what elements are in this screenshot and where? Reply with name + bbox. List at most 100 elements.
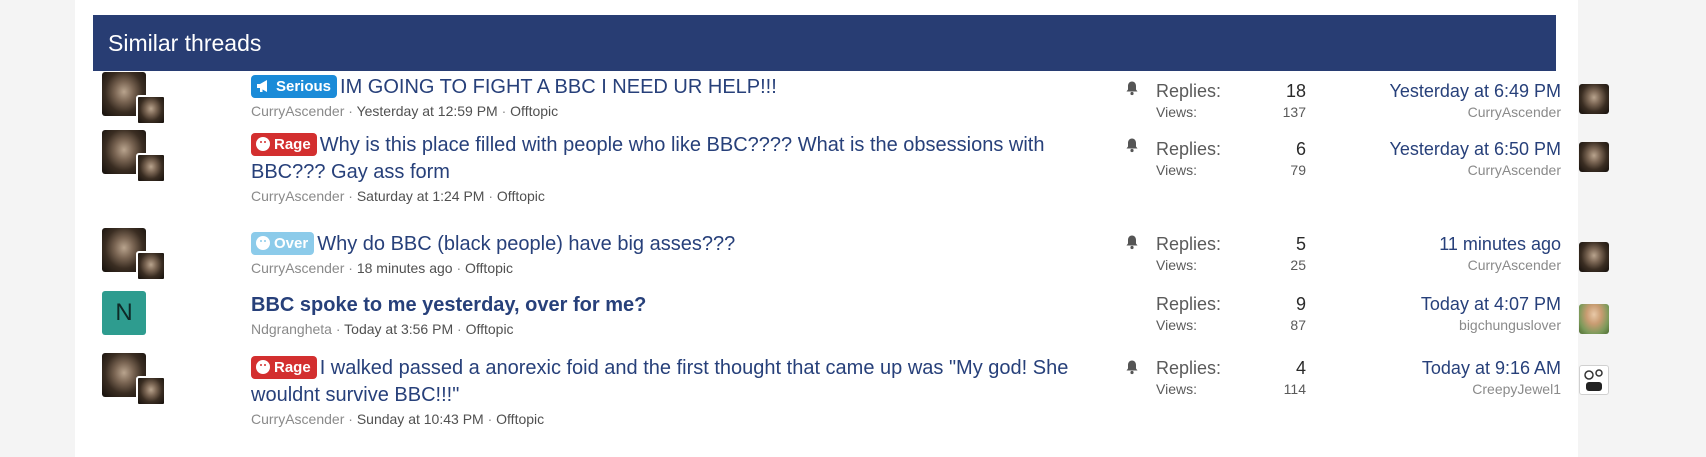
thread-main: Serious IM GOING TO FIGHT A BBC I NEED U…: [251, 74, 1101, 121]
author-avatar-letter[interactable]: N: [102, 291, 146, 335]
latest-post: Yesterday at 6:50 PM CurryAscender: [1316, 138, 1561, 180]
thread-forum-link[interactable]: Offtopic: [497, 188, 545, 204]
last-poster-mini-avatar[interactable]: [136, 251, 166, 281]
thread-stats: Replies: 4 Views: 114: [1156, 357, 1306, 399]
thread-start-date[interactable]: Saturday at 1:24 PM: [357, 188, 485, 204]
replies-count: 4: [1295, 358, 1306, 378]
latest-poster-avatar[interactable]: [1579, 304, 1609, 334]
meta-separator: ·: [335, 321, 341, 337]
thread-start-date[interactable]: Sunday at 10:43 PM: [357, 411, 484, 427]
thread-row: Over Why do BBC (black people) have big …: [93, 228, 1609, 284]
meta-separator: ·: [348, 103, 353, 119]
thread-row: N BBC spoke to me yesterday, over for me…: [93, 291, 1609, 341]
meta-separator: ·: [348, 411, 353, 427]
latest-post: Today at 9:16 AM CreepyJewel1: [1316, 357, 1561, 399]
replies-count: 9: [1295, 294, 1306, 314]
latest-post: 11 minutes ago CurryAscender: [1316, 233, 1561, 275]
sad-face-icon: [256, 236, 270, 250]
thread-stats: Replies: 6 Views: 79: [1156, 138, 1306, 180]
meta-separator: ·: [348, 188, 353, 204]
thread-author-link[interactable]: CurryAscender: [251, 103, 344, 119]
latest-post-user[interactable]: CurryAscender: [1316, 255, 1561, 275]
megaphone-icon: [257, 80, 267, 92]
thread-stats: Replies: 9 Views: 87: [1156, 293, 1306, 335]
thread-title-link[interactable]: I walked passed a anorexic foid and the …: [251, 357, 1068, 406]
thread-title-link[interactable]: IM GOING TO FIGHT A BBC I NEED UR HELP!!…: [340, 76, 777, 98]
latest-post-time[interactable]: Today at 4:07 PM: [1316, 293, 1561, 315]
thread-main: Rage I walked passed a anorexic foid and…: [251, 355, 1101, 429]
meta-separator: ·: [487, 411, 493, 427]
last-poster-mini-avatar[interactable]: [136, 153, 166, 183]
thread-row: Rage Why is this place filled with peopl…: [93, 130, 1609, 216]
thread-author-link[interactable]: CurryAscender: [251, 188, 344, 204]
views-count: 79: [1290, 162, 1306, 178]
latest-poster-avatar[interactable]: [1579, 142, 1609, 172]
latest-post-user[interactable]: CurryAscender: [1316, 160, 1561, 180]
thread-start-date[interactable]: Today at 3:56 PM: [344, 321, 453, 337]
thread-main: Rage Why is this place filled with peopl…: [251, 132, 1101, 206]
similar-threads-page: Similar threads Serious IM GOING TO FIGH…: [75, 0, 1609, 457]
thread-forum-link[interactable]: Offtopic: [510, 103, 558, 119]
replies-label: Replies:: [1156, 358, 1222, 378]
views-count: 114: [1283, 381, 1306, 397]
thread-author-link[interactable]: Ndgrangheta: [251, 321, 332, 337]
thread-author-link[interactable]: CurryAscender: [251, 411, 344, 427]
thread-main: Over Why do BBC (black people) have big …: [251, 231, 1101, 278]
thread-title-link[interactable]: Why is this place filled with people who…: [251, 134, 1044, 183]
views-label: Views:: [1156, 317, 1197, 333]
replies-label: Replies:: [1156, 294, 1222, 314]
thread-start-date[interactable]: 18 minutes ago: [357, 260, 453, 276]
thread-title-link[interactable]: BBC spoke to me yesterday, over for me?: [251, 294, 646, 316]
bell-icon[interactable]: [1124, 80, 1140, 96]
views-count: 137: [1282, 104, 1306, 120]
last-poster-mini-avatar[interactable]: [136, 95, 166, 125]
latest-post-time[interactable]: Today at 9:16 AM: [1316, 357, 1561, 379]
latest-post-time[interactable]: 11 minutes ago: [1316, 233, 1561, 255]
last-poster-mini-avatar[interactable]: [136, 376, 166, 406]
thread-author-link[interactable]: CurryAscender: [251, 260, 344, 276]
latest-poster-avatar[interactable]: [1579, 84, 1609, 114]
thread-title-link[interactable]: Why do BBC (black people) have big asses…: [317, 233, 735, 255]
latest-post-time[interactable]: Yesterday at 6:50 PM: [1316, 138, 1561, 160]
prefix-label-serious[interactable]: Serious: [251, 75, 338, 98]
views-count: 25: [1290, 257, 1306, 273]
thread-start-date[interactable]: Yesterday at 12:59 PM: [357, 103, 498, 119]
latest-post-time[interactable]: Yesterday at 6:49 PM: [1316, 80, 1561, 102]
thread-forum-link[interactable]: Offtopic: [466, 321, 514, 337]
latest-poster-avatar[interactable]: [1579, 242, 1609, 272]
thread-row: Serious IM GOING TO FIGHT A BBC I NEED U…: [93, 72, 1609, 128]
replies-label: Replies:: [1156, 234, 1222, 254]
meta-separator: ·: [456, 260, 462, 276]
latest-post-user[interactable]: CurryAscender: [1316, 102, 1561, 122]
views-label: Views:: [1156, 104, 1197, 120]
thread-stats: Replies: 18 Views: 137: [1156, 80, 1306, 122]
block-header-title: Similar threads: [93, 15, 1556, 71]
latest-post-user[interactable]: bigchunguslover: [1316, 315, 1561, 335]
replies-label: Replies:: [1156, 139, 1222, 159]
replies-label: Replies:: [1156, 81, 1222, 101]
latest-post: Today at 4:07 PM bigchunguslover: [1316, 293, 1561, 335]
thread-forum-link[interactable]: Offtopic: [496, 411, 544, 427]
views-label: Views:: [1156, 162, 1197, 178]
meta-separator: ·: [501, 103, 507, 119]
prefix-text: Serious: [276, 78, 332, 95]
latest-post: Yesterday at 6:49 PM CurryAscender: [1316, 80, 1561, 122]
doodle-avatar-icon: [1584, 369, 1603, 391]
prefix-label-rage[interactable]: Rage: [251, 356, 317, 379]
bell-icon[interactable]: [1124, 137, 1140, 153]
prefix-label-over[interactable]: Over: [251, 232, 315, 255]
prefix-text: Over: [274, 235, 309, 252]
thread-forum-link[interactable]: Offtopic: [465, 260, 513, 276]
bell-icon[interactable]: [1124, 234, 1140, 250]
latest-poster-avatar[interactable]: [1579, 365, 1609, 395]
meta-separator: ·: [457, 321, 462, 337]
angry-face-icon: [256, 360, 270, 374]
prefix-label-rage[interactable]: Rage: [251, 133, 317, 156]
replies-count: 5: [1295, 234, 1306, 254]
bell-icon[interactable]: [1124, 359, 1140, 375]
thread-row: Rage I walked passed a anorexic foid and…: [93, 353, 1609, 433]
replies-count: 18: [1285, 81, 1306, 101]
angry-face-icon: [256, 137, 270, 151]
latest-post-user[interactable]: CreepyJewel1: [1316, 379, 1561, 399]
meta-separator: ·: [488, 188, 494, 204]
